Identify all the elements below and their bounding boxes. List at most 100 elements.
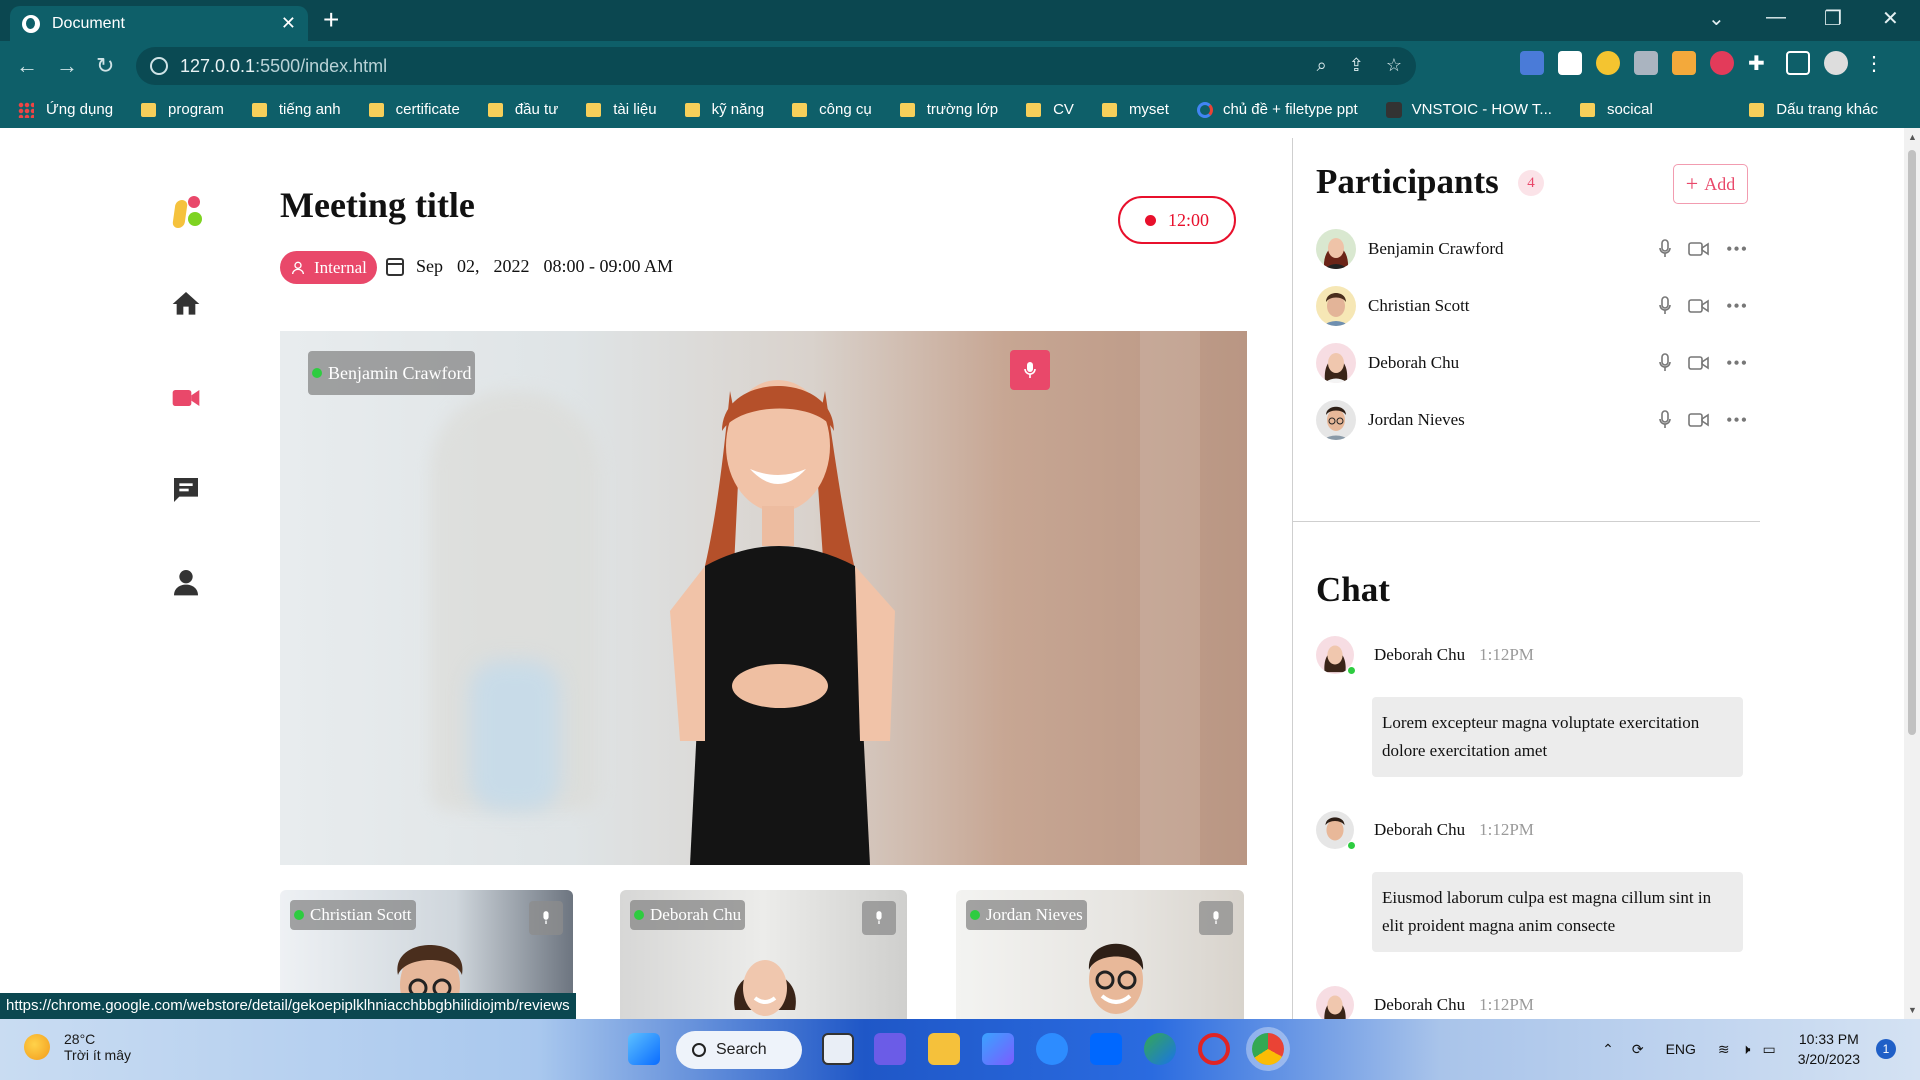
bookmark-folder[interactable]: CV — [1026, 101, 1074, 118]
chrome-app-icon[interactable] — [1246, 1027, 1290, 1071]
language-indicator[interactable]: ENG — [1666, 1041, 1696, 1057]
menu-kebab-icon[interactable]: ⋮ — [1862, 51, 1886, 75]
more-options-icon[interactable]: ••• — [1726, 296, 1748, 317]
bookmark-link[interactable]: VNSTOIC - HOW T... — [1385, 101, 1552, 118]
sync-icon[interactable]: ⟳ — [1632, 1041, 1644, 1058]
microphone-icon[interactable] — [1658, 239, 1672, 259]
participant-mic-button[interactable] — [1199, 901, 1233, 935]
bookmark-folder[interactable]: program — [141, 101, 224, 118]
teams-meet-icon[interactable] — [874, 1033, 906, 1065]
chat-bubble: Lorem excepteur magna voluptate exercita… — [1372, 697, 1743, 777]
participant-row[interactable]: Christian Scott ••• — [1316, 283, 1756, 329]
scroll-up-arrow-icon[interactable]: ▲ — [1908, 132, 1917, 142]
bookmark-link[interactable]: chủ đề + filetype ppt — [1196, 101, 1358, 118]
plus-icon: + — [1685, 171, 1699, 196]
red-extension-icon[interactable] — [1710, 51, 1734, 75]
taskbar-search[interactable]: Search — [676, 1031, 802, 1069]
participant-row[interactable]: Deborah Chu ••• — [1316, 340, 1756, 386]
participant-mic-button[interactable] — [862, 901, 896, 935]
recording-timer[interactable]: 12:00 — [1118, 196, 1236, 244]
participant-video-thumb[interactable]: Jordan Nieves — [956, 890, 1244, 1019]
weather-widget[interactable]: 28°C Trời ít mây — [24, 1031, 131, 1063]
main-video-feed[interactable]: Benjamin Crawford — [280, 331, 1247, 865]
zalo-app-icon[interactable] — [1090, 1033, 1122, 1065]
edge-app-icon[interactable] — [982, 1033, 1014, 1065]
search-icon — [692, 1043, 706, 1057]
b-extension-icon[interactable] — [1558, 51, 1582, 75]
translate-extension-icon[interactable] — [1520, 51, 1544, 75]
wifi-icon[interactable]: ≋ — [1718, 1041, 1730, 1058]
note-extension-icon[interactable] — [1672, 51, 1696, 75]
more-options-icon[interactable]: ••• — [1726, 353, 1748, 374]
bookmark-folder[interactable]: kỹ năng — [684, 101, 764, 118]
more-options-icon[interactable]: ••• — [1726, 410, 1748, 431]
video-camera-icon[interactable] — [1688, 298, 1710, 314]
bookmark-folder[interactable]: socical — [1579, 101, 1653, 118]
video-camera-icon[interactable] — [1688, 355, 1710, 371]
microphone-icon[interactable] — [1658, 353, 1672, 373]
microphone-icon[interactable] — [1658, 296, 1672, 316]
video-camera-icon[interactable] — [1688, 412, 1710, 428]
profile-avatar[interactable] — [1824, 51, 1848, 75]
pen-extension-icon[interactable] — [1596, 51, 1620, 75]
site-info-icon[interactable] — [150, 57, 168, 75]
tab-close-button[interactable]: ✕ — [281, 13, 296, 34]
battery-icon[interactable]: ▭ — [1762, 1041, 1775, 1058]
other-bookmarks[interactable]: Dấu trang khác — [1749, 91, 1878, 128]
weather-sun-icon — [24, 1034, 50, 1060]
notification-badge[interactable]: 1 — [1876, 1039, 1896, 1059]
side-panel-icon[interactable] — [1786, 51, 1810, 75]
bookmark-apps[interactable]: Ứng dụng — [18, 101, 113, 118]
app-logo[interactable] — [170, 196, 204, 228]
bookmark-star-icon[interactable]: ☆ — [1386, 55, 1402, 76]
share-icon[interactable]: ⇪ — [1349, 55, 1364, 76]
forward-button[interactable]: → — [56, 53, 78, 79]
more-options-icon[interactable]: ••• — [1726, 239, 1748, 260]
zoom-app-icon[interactable] — [1036, 1033, 1068, 1065]
off-extension-icon[interactable] — [1634, 51, 1658, 75]
bookmark-folder[interactable]: tiếng anh — [251, 101, 341, 118]
add-participant-button[interactable]: + Add — [1673, 164, 1748, 204]
folder-icon — [899, 102, 915, 117]
close-window-button[interactable]: ✕ — [1882, 6, 1899, 31]
start-button-icon[interactable] — [628, 1033, 660, 1065]
bookmark-folder[interactable]: certificate — [368, 101, 460, 118]
address-bar[interactable]: 127.0.0.1:5500/index.html ⌕ ⇪ ☆ — [136, 47, 1416, 85]
video-camera-icon[interactable] — [1688, 241, 1710, 257]
bookmark-folder[interactable]: trường lớp — [899, 101, 998, 118]
minimize-button[interactable]: — — [1766, 6, 1786, 29]
scrollbar-thumb[interactable] — [1908, 150, 1916, 735]
browser-app-icon[interactable] — [1144, 1033, 1176, 1065]
restore-button[interactable]: ❐ — [1824, 6, 1842, 31]
speaker-mic-button[interactable] — [1010, 350, 1050, 390]
participant-video-thumb[interactable]: Deborah Chu — [620, 890, 907, 1019]
participants-count-badge: 4 — [1518, 170, 1544, 196]
participant-row[interactable]: Jordan Nieves ••• — [1316, 397, 1756, 443]
new-tab-button[interactable]: + — [323, 6, 339, 34]
zoom-icon[interactable]: ⌕ — [1317, 55, 1327, 76]
file-explorer-icon[interactable] — [928, 1033, 960, 1065]
bookmark-folder[interactable]: đầu tư — [487, 101, 558, 118]
home-icon[interactable] — [170, 288, 202, 320]
tab-search-icon[interactable]: ⌄ — [1708, 6, 1725, 31]
speaker-muted-icon[interactable]: 🕨 — [1742, 1041, 1751, 1058]
reload-button[interactable]: ↻ — [96, 53, 114, 79]
clock[interactable]: 10:33 PM 3/20/2023 — [1798, 1029, 1860, 1069]
scroll-down-arrow-icon[interactable]: ▼ — [1908, 1005, 1917, 1015]
back-button[interactable]: ← — [16, 53, 38, 79]
bookmark-folder[interactable]: myset — [1101, 101, 1169, 118]
extensions-puzzle-icon[interactable]: ✚ — [1748, 51, 1772, 75]
participant-row[interactable]: Benjamin Crawford ••• — [1316, 226, 1756, 272]
chat-icon[interactable] — [170, 474, 202, 506]
bookmark-folder[interactable]: tài liệu — [586, 101, 657, 118]
bookmark-folder[interactable]: công cụ — [792, 101, 872, 118]
video-camera-icon[interactable] — [170, 382, 202, 414]
microphone-icon[interactable] — [1658, 410, 1672, 430]
user-icon[interactable] — [170, 566, 202, 598]
participant-mic-button[interactable] — [529, 901, 563, 935]
chevron-up-icon[interactable]: ⌃ — [1602, 1041, 1614, 1058]
page-scrollbar[interactable]: ▲ ▼ — [1904, 128, 1920, 1019]
opera-app-icon[interactable] — [1198, 1033, 1230, 1065]
task-view-icon[interactable] — [822, 1033, 854, 1065]
browser-tab[interactable]: Document ✕ — [10, 6, 308, 41]
